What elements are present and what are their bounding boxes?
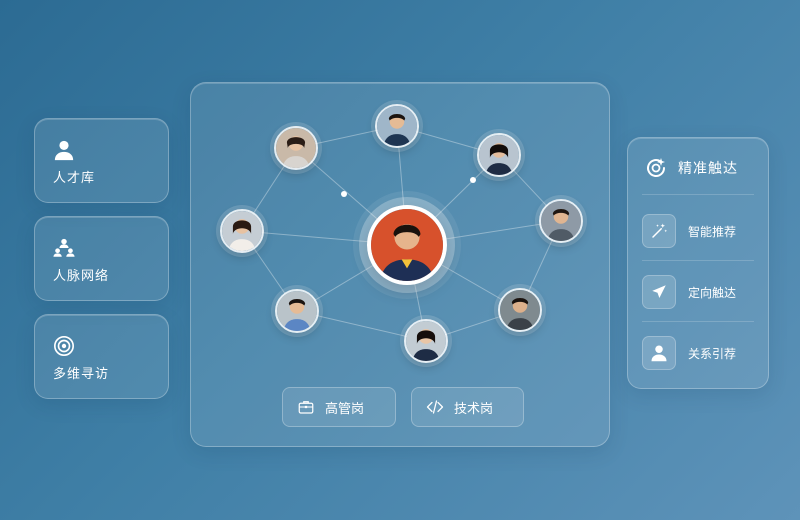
avatar-man-2[interactable] <box>539 199 583 243</box>
executive-tag-label: 高管岗 <box>325 401 365 417</box>
magic-wand-icon <box>652 223 668 238</box>
divider <box>642 260 754 261</box>
code-icon <box>426 400 444 414</box>
target-icon <box>54 336 74 356</box>
multi-search-card[interactable]: 多维寻访 <box>34 314 169 399</box>
center-avatar[interactable] <box>367 205 447 285</box>
briefcase-icon <box>298 401 314 414</box>
avatar-man-1[interactable] <box>375 104 419 148</box>
talent-pool-label: 人才库 <box>53 171 96 186</box>
precise-reach-panel: 精准触达 智能推荐 定向触达 关系引荐 <box>627 137 769 389</box>
avatar-woman-3[interactable] <box>220 209 264 253</box>
network-icon <box>53 238 75 257</box>
divider <box>642 321 754 322</box>
network-card[interactable]: 人脉网络 <box>34 216 169 301</box>
network-node-dot <box>341 191 347 197</box>
avatar-woman-1[interactable] <box>274 126 318 170</box>
avatar-man-3[interactable] <box>275 289 319 333</box>
targeted-reach-item[interactable]: 定向触达 <box>642 275 736 309</box>
right-panel-header: 精准触达 <box>644 156 738 180</box>
person-icon <box>54 140 74 161</box>
referral-label: 关系引荐 <box>688 346 737 361</box>
target-refresh-icon <box>647 158 666 177</box>
smart-recommend-label: 智能推荐 <box>688 224 737 239</box>
talent-pool-card[interactable]: 人才库 <box>34 118 169 203</box>
multi-search-label: 多维寻访 <box>53 367 110 382</box>
network-label: 人脉网络 <box>53 269 110 284</box>
network-node-dot <box>470 177 476 183</box>
referral-item[interactable]: 关系引荐 <box>642 336 736 370</box>
tech-tag-button[interactable]: 技术岗 <box>411 387 524 427</box>
executive-tag-button[interactable]: 高管岗 <box>282 387 396 427</box>
person-icon <box>651 345 667 362</box>
right-panel-title: 精准触达 <box>678 161 738 177</box>
smart-recommend-item[interactable]: 智能推荐 <box>642 214 736 248</box>
tech-tag-label: 技术岗 <box>454 401 494 417</box>
avatar-woman-4[interactable] <box>404 319 448 363</box>
avatar-woman-2[interactable] <box>477 133 521 177</box>
targeted-reach-label: 定向触达 <box>688 285 737 300</box>
avatar-man-4[interactable] <box>498 288 542 332</box>
network-graph-panel: 高管岗 技术岗 <box>190 82 610 447</box>
divider <box>642 194 754 195</box>
send-icon <box>652 285 666 298</box>
